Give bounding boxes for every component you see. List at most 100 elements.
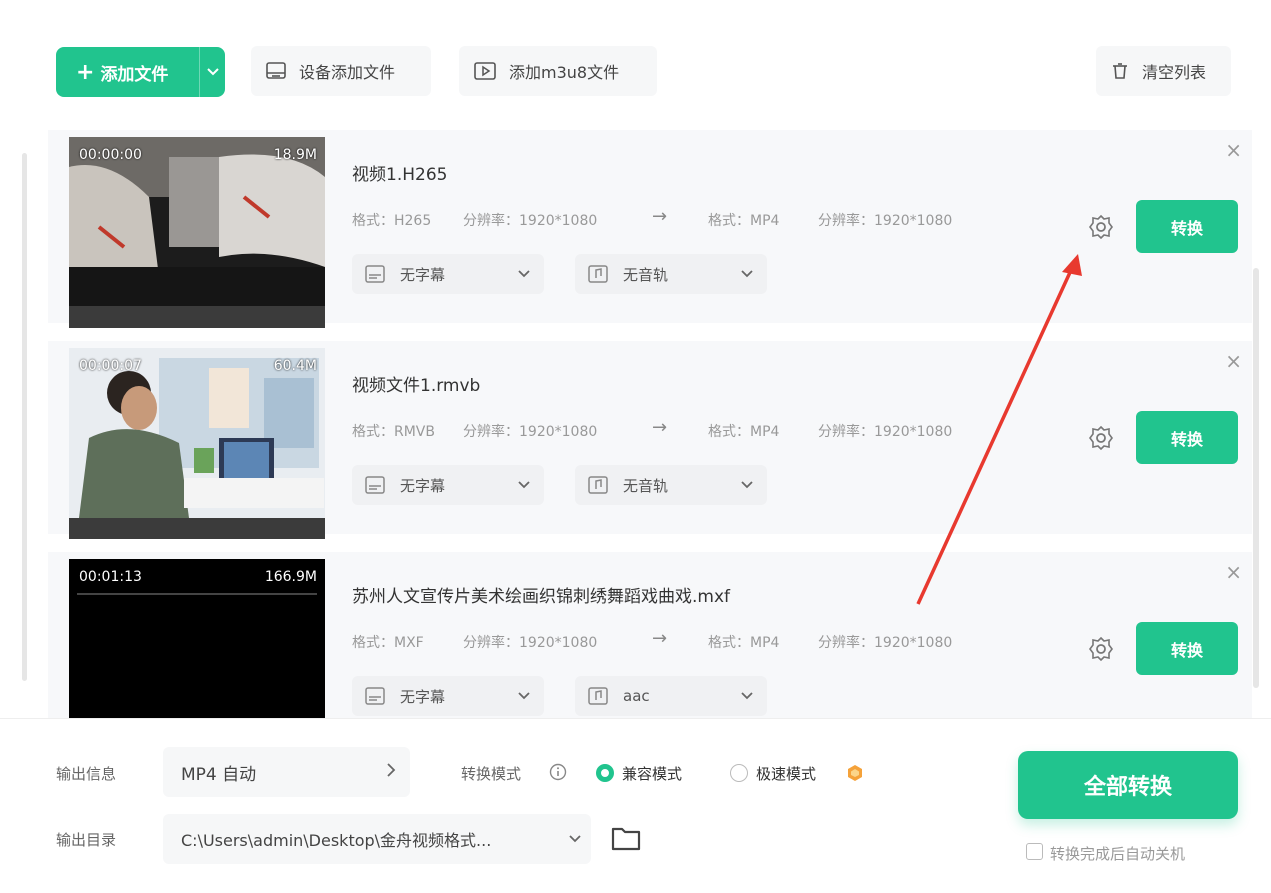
audio-track-icon [587, 264, 609, 284]
chevron-down-icon [567, 830, 583, 846]
subtitle-select[interactable]: 无字幕 [352, 676, 544, 716]
audio-track-select[interactable]: 无音轨 [575, 465, 767, 505]
target-format: 格式：MP4 [708, 213, 780, 229]
output-settings-bar: 输出信息 MP4 自动 转换模式 兼容模式 极速模式 输出目录 C:\Users… [0, 718, 1271, 893]
device-add-file-button[interactable]: 设备添加文件 [251, 46, 431, 96]
clear-list-button[interactable]: 清空列表 [1096, 46, 1231, 96]
audio-track-value: 无音轨 [623, 265, 669, 284]
audio-track-select[interactable]: aac [575, 676, 767, 716]
file-list: 00:00:00 18.9M 视频1.H265 格式：H265 分辨率：1920… [20, 130, 1252, 718]
toolbar: + 添加文件 设备添加文件 添加m3u8文件 清空列表 [0, 0, 1271, 130]
target-format: 格式：MP4 [708, 635, 780, 651]
file-row: 00:00:00 18.9M 视频1.H265 格式：H265 分辨率：1920… [48, 130, 1252, 328]
source-format: 格式：H265 [352, 213, 432, 229]
arrow-right-icon: → [652, 628, 668, 649]
subtitle-icon [364, 686, 386, 706]
info-icon[interactable] [549, 763, 567, 781]
trash-icon [1110, 61, 1130, 81]
compatible-mode-label[interactable]: 兼容模式 [622, 763, 682, 784]
subtitle-select[interactable]: 无字幕 [352, 254, 544, 294]
auto-shutdown-label[interactable]: 转换完成后自动关机 [1050, 843, 1185, 864]
output-dir-field[interactable]: C:\Users\admin\Desktop\金舟视频格式... [163, 814, 591, 864]
subtitle-value: 无字幕 [400, 476, 446, 495]
remove-file-icon[interactable]: × [1225, 138, 1242, 162]
target-resolution: 分辨率：1920*1080 [818, 424, 953, 440]
device-icon [265, 61, 287, 81]
vip-badge-icon [846, 764, 864, 782]
output-dir-label: 输出目录 [56, 831, 117, 849]
compatible-mode-radio[interactable] [596, 764, 614, 782]
gear-icon[interactable] [1088, 636, 1114, 662]
chevron-down-icon [516, 476, 532, 492]
target-resolution: 分辨率：1920*1080 [818, 635, 953, 651]
chevron-down-icon [739, 476, 755, 492]
output-info-label: 输出信息 [56, 765, 117, 783]
convert-button[interactable]: 转换 [1136, 622, 1238, 675]
subtitle-icon [364, 264, 386, 284]
gear-icon[interactable] [1088, 214, 1114, 240]
chevron-down-icon [516, 265, 532, 281]
folder-icon[interactable] [611, 824, 641, 852]
subtitle-value: 无字幕 [400, 265, 446, 284]
convert-all-button[interactable]: 全部转换 [1018, 751, 1238, 819]
video-file-icon [473, 61, 497, 81]
file-name: 视频文件1.rmvb [352, 376, 481, 396]
video-size: 166.9M [264, 569, 317, 585]
output-dir-value: C:\Users\admin\Desktop\金舟视频格式... [181, 831, 492, 850]
clear-list-label: 清空列表 [1142, 63, 1207, 82]
convert-mode-label: 转换模式 [461, 765, 522, 783]
audio-track-value: 无音轨 [623, 476, 669, 495]
device-add-file-label: 设备添加文件 [299, 63, 396, 82]
file-name: 视频1.H265 [352, 165, 448, 185]
file-name: 苏州人文宣传片美术绘画织锦刺绣舞蹈戏曲戏.mxf [352, 587, 731, 607]
video-duration: 00:00:00 [79, 147, 142, 163]
convert-button[interactable]: 转换 [1136, 411, 1238, 464]
video-duration: 00:00:07 [79, 358, 142, 374]
thumbnail-timeline [69, 306, 325, 328]
source-resolution: 分辨率：1920*1080 [463, 213, 598, 229]
chevron-down-icon [206, 68, 219, 76]
file-row: 00:00:07 60.4M 视频文件1.rmvb 格式：RMVB 分辨率：19… [48, 341, 1252, 539]
subtitle-icon [364, 475, 386, 495]
subtitle-value: 无字幕 [400, 687, 446, 706]
chevron-down-icon [739, 265, 755, 281]
video-size: 18.9M [273, 147, 317, 163]
source-resolution: 分辨率：1920*1080 [463, 635, 598, 651]
audio-track-select[interactable]: 无音轨 [575, 254, 767, 294]
output-format-value: MP4 自动 [181, 764, 257, 785]
target-resolution: 分辨率：1920*1080 [818, 213, 953, 229]
video-thumbnail[interactable]: 00:00:00 18.9M [69, 137, 325, 328]
subtitle-select[interactable]: 无字幕 [352, 465, 544, 505]
target-format: 格式：MP4 [708, 424, 780, 440]
video-thumbnail[interactable]: 00:00:07 60.4M [69, 348, 325, 539]
plus-icon: + [76, 59, 95, 85]
output-format-selector[interactable]: MP4 自动 [163, 747, 410, 797]
remove-file-icon[interactable]: × [1225, 560, 1242, 584]
convert-button[interactable]: 转换 [1136, 200, 1238, 253]
add-m3u8-button[interactable]: 添加m3u8文件 [459, 46, 657, 96]
fast-mode-radio[interactable] [730, 764, 748, 782]
video-size: 60.4M [273, 358, 317, 374]
video-thumbnail[interactable]: 00:01:13 166.9M [69, 559, 325, 718]
source-format: 格式：MXF [352, 635, 424, 651]
chevron-right-icon [384, 761, 398, 779]
arrow-right-icon: → [652, 206, 668, 227]
source-resolution: 分辨率：1920*1080 [463, 424, 598, 440]
add-file-button[interactable]: + 添加文件 [56, 47, 225, 97]
fast-mode-label[interactable]: 极速模式 [756, 763, 816, 784]
list-scrollbar[interactable] [1253, 268, 1259, 688]
app-window: + 添加文件 设备添加文件 添加m3u8文件 清空列表 00:00:00 18.… [0, 0, 1271, 893]
video-duration: 00:01:13 [79, 569, 142, 585]
arrow-right-icon: → [652, 417, 668, 438]
add-file-dropdown-caret[interactable] [199, 47, 225, 97]
source-format: 格式：RMVB [352, 424, 435, 440]
audio-track-icon [587, 475, 609, 495]
audio-track-value: aac [623, 687, 650, 705]
gear-icon[interactable] [1088, 425, 1114, 451]
remove-file-icon[interactable]: × [1225, 349, 1242, 373]
chevron-down-icon [739, 687, 755, 703]
add-m3u8-label: 添加m3u8文件 [509, 63, 620, 82]
auto-shutdown-checkbox[interactable] [1026, 843, 1043, 860]
chevron-down-icon [516, 687, 532, 703]
audio-track-icon [587, 686, 609, 706]
